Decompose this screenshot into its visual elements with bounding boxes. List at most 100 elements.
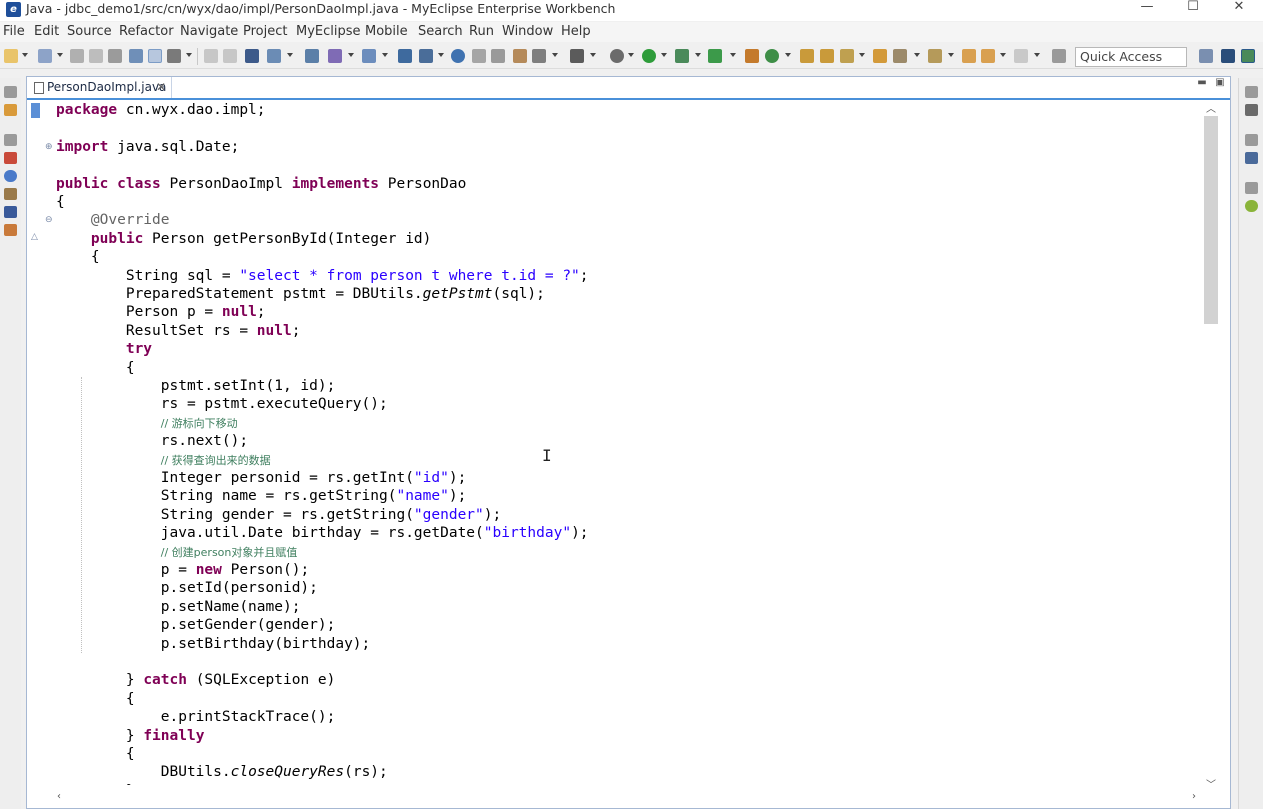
- problems-icon[interactable]: [4, 152, 17, 164]
- undo-icon[interactable]: [204, 49, 218, 63]
- edit-dropdown-icon[interactable]: [859, 53, 865, 57]
- bundle-icon[interactable]: [419, 49, 433, 63]
- scroll-up-icon[interactable]: ︿: [1206, 100, 1216, 115]
- code-line[interactable]: String sql = "select * from person t whe…: [56, 267, 589, 285]
- code-line[interactable]: import java.sql.Date;: [56, 138, 239, 156]
- menu-mobile[interactable]: Mobile: [365, 22, 408, 42]
- search-tool-icon[interactable]: [362, 49, 376, 63]
- package-explorer-icon[interactable]: [4, 104, 17, 116]
- deploy-icon[interactable]: [398, 49, 412, 63]
- code-line[interactable]: {: [56, 745, 135, 763]
- back-dropdown-icon[interactable]: [1000, 53, 1006, 57]
- new-icon[interactable]: [4, 49, 18, 63]
- save-all-icon[interactable]: [89, 49, 103, 63]
- code-line[interactable]: Integer personid = rs.getInt("id");: [56, 469, 467, 487]
- close-icon[interactable]: ✕: [1216, 0, 1262, 16]
- code-line[interactable]: package cn.wyx.dao.impl;: [56, 101, 266, 119]
- folder-icon[interactable]: [873, 49, 887, 63]
- toggle-icon[interactable]: [148, 49, 162, 63]
- code-line[interactable]: rs = pstmt.executeQuery();: [56, 395, 388, 413]
- code-line[interactable]: p = new Person();: [56, 561, 309, 579]
- misc-icon-3[interactable]: [513, 49, 527, 63]
- debug-icon[interactable]: [610, 49, 624, 63]
- search-tool-dropdown-icon[interactable]: [382, 53, 388, 57]
- code-line[interactable]: public Person getPersonById(Integer id): [56, 230, 431, 248]
- quick-access-input[interactable]: Quick Access: [1075, 47, 1187, 67]
- restore-icon[interactable]: [4, 86, 17, 98]
- run-config-dropdown-icon[interactable]: [695, 53, 701, 57]
- terminal-icon[interactable]: [129, 49, 143, 63]
- forward-icon[interactable]: [1014, 49, 1028, 63]
- external-tools-dropdown-icon[interactable]: [730, 53, 736, 57]
- code-line[interactable]: PreparedStatement pstmt = DBUtils.getPst…: [56, 285, 545, 303]
- scroll-left-icon[interactable]: ‹: [57, 791, 61, 802]
- new-dropdown-icon[interactable]: [22, 53, 28, 57]
- brush-dropdown-icon[interactable]: [348, 53, 354, 57]
- restore-right-icon[interactable]: [1245, 86, 1258, 98]
- servers-icon[interactable]: [4, 224, 17, 236]
- menu-file[interactable]: File: [3, 22, 25, 42]
- redo-icon[interactable]: [223, 49, 237, 63]
- code-line[interactable]: {: [56, 193, 65, 211]
- code-line[interactable]: p.setBirthday(birthday);: [56, 635, 371, 653]
- code-line[interactable]: try: [56, 340, 152, 358]
- code-line[interactable]: // 创建person对象并且赋值: [56, 543, 298, 561]
- code-line[interactable]: // 获得查询出来的数据: [56, 451, 271, 469]
- code-line[interactable]: ResultSet rs = null;: [56, 322, 301, 340]
- code-line[interactable]: } catch (SQLException e): [56, 671, 336, 689]
- server-dropdown-icon[interactable]: [287, 53, 293, 57]
- minimize-editor-icon[interactable]: ▬: [1197, 78, 1207, 88]
- code-area[interactable]: package cn.wyx.dao.impl; import java.sql.…: [27, 100, 1202, 785]
- annotation-prev-dropdown-icon[interactable]: [948, 53, 954, 57]
- menu-edit[interactable]: Edit: [34, 22, 59, 42]
- annotation-prev-icon[interactable]: [928, 49, 942, 63]
- fold-icon[interactable]: ⊕: [45, 142, 53, 152]
- menu-refactor[interactable]: Refactor: [119, 22, 174, 42]
- maximize-icon[interactable]: ☐: [1170, 0, 1216, 16]
- package-icon[interactable]: [745, 49, 759, 63]
- code-line[interactable]: {: [56, 690, 135, 708]
- snippets-icon[interactable]: [1245, 200, 1258, 212]
- open-dropdown-icon[interactable]: [57, 53, 63, 57]
- code-line[interactable]: java.util.Date birthday = rs.getDate("bi…: [56, 524, 589, 542]
- open-type-icon[interactable]: [800, 49, 814, 63]
- bundle-dropdown-icon[interactable]: [438, 53, 444, 57]
- code-line[interactable]: pstmt.setInt(1, id);: [56, 377, 336, 395]
- code-line[interactable]: {: [56, 359, 135, 377]
- db-icon[interactable]: [305, 49, 319, 63]
- misc-icon-1[interactable]: [472, 49, 486, 63]
- code-line[interactable]: p.setName(name);: [56, 598, 301, 616]
- code-line[interactable]: }: [56, 782, 135, 785]
- restore-icon-2[interactable]: [4, 134, 17, 146]
- wand-dropdown-icon[interactable]: [186, 53, 192, 57]
- edit-icon[interactable]: [840, 49, 854, 63]
- task-list-icon[interactable]: [1245, 104, 1258, 116]
- code-line[interactable]: p.setId(personid);: [56, 579, 318, 597]
- menu-navigate[interactable]: Navigate: [180, 22, 238, 42]
- menu-search[interactable]: Search: [418, 22, 463, 42]
- forward-dropdown-icon[interactable]: [1034, 53, 1040, 57]
- debug-dropdown-icon[interactable]: [628, 53, 634, 57]
- java-perspective-icon[interactable]: [1241, 49, 1255, 63]
- camera-icon[interactable]: [570, 49, 584, 63]
- code-line[interactable]: // 游标向下移动: [56, 414, 238, 432]
- code-line[interactable]: e.printStackTrace();: [56, 708, 336, 726]
- annotation-next-icon[interactable]: [893, 49, 907, 63]
- misc-icon-2[interactable]: [491, 49, 505, 63]
- code-line[interactable]: @Override: [56, 211, 170, 229]
- code-line[interactable]: } finally: [56, 727, 205, 745]
- javadoc-icon[interactable]: [4, 170, 17, 182]
- menu-run[interactable]: Run: [469, 22, 494, 42]
- code-line[interactable]: DBUtils.closeQueryRes(rs);: [56, 763, 388, 781]
- code-line[interactable]: rs.next();: [56, 432, 248, 450]
- menu-window[interactable]: Window: [502, 22, 553, 42]
- restore-right-icon-3[interactable]: [1245, 182, 1258, 194]
- declaration-icon[interactable]: [4, 188, 17, 200]
- misc-icon-4[interactable]: [532, 49, 546, 63]
- fold-icon[interactable]: ⊖: [45, 215, 53, 225]
- vertical-scrollbar[interactable]: ︿ ﹀: [1201, 100, 1221, 795]
- code-line[interactable]: Person p = null;: [56, 303, 266, 321]
- server-icon[interactable]: [267, 49, 281, 63]
- menu-help[interactable]: Help: [561, 22, 591, 42]
- open-task-icon[interactable]: [820, 49, 834, 63]
